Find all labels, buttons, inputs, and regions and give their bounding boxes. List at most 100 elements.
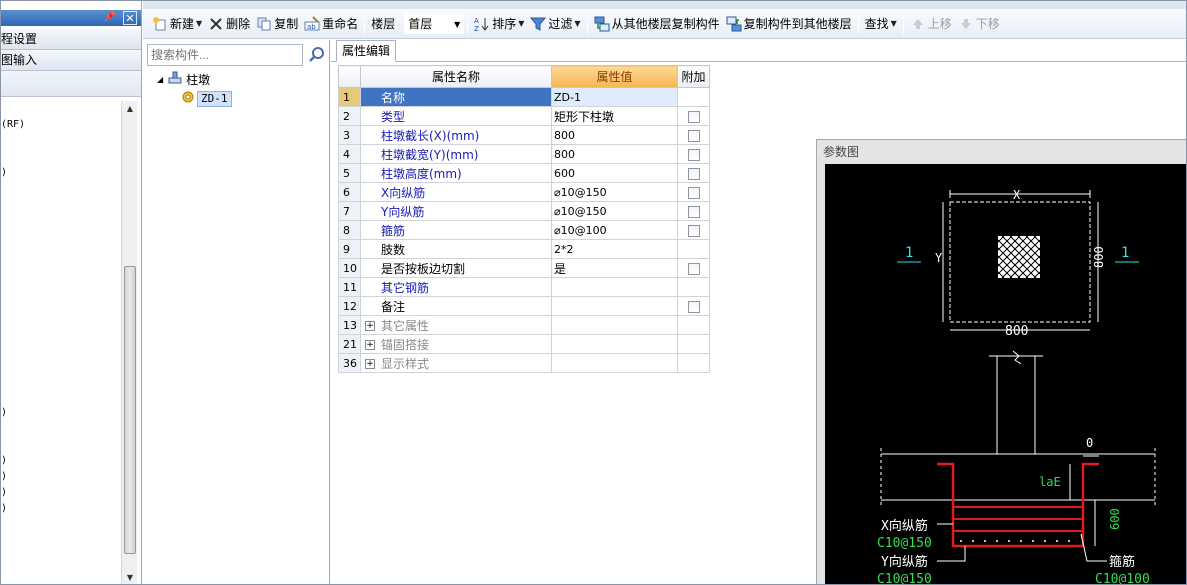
delete-button[interactable]: 删除 [205, 13, 253, 35]
extra-checkbox[interactable] [687, 186, 700, 199]
rename-icon: ab [304, 15, 320, 32]
property-value-cell[interactable]: 800 [551, 144, 678, 164]
table-row[interactable]: 12 备注 [338, 296, 710, 316]
property-name-cell[interactable]: 柱墩截长(X)(mm) [360, 125, 552, 145]
nav-tree-row[interactable]: ) [1, 471, 7, 482]
copy-to-floor-button[interactable]: 复制构件到其他楼层 [723, 13, 855, 35]
collapse-triangle-icon[interactable]: ◢ [157, 75, 163, 84]
tree-node-pier[interactable]: ◢ 柱墩 [157, 71, 210, 88]
sort-button[interactable]: AZ 排序 ▼ [471, 13, 527, 35]
row-number: 6 [338, 182, 361, 202]
property-value-cell[interactable]: ⌀10@100 [551, 220, 678, 240]
nav-tree-row[interactable]: ) [1, 167, 7, 178]
property-value-cell[interactable]: 是 [551, 258, 678, 278]
expand-plus-icon[interactable]: + [365, 340, 375, 350]
property-value-cell[interactable] [551, 296, 678, 316]
nav-tree-row[interactable]: ) [1, 487, 7, 498]
property-name-cell[interactable]: 其它钢筋 [360, 277, 552, 297]
group-name-cell[interactable]: + 显示样式 [360, 353, 552, 373]
filter-button[interactable]: 过滤 ▼ [527, 13, 583, 35]
expand-plus-icon[interactable]: + [365, 359, 375, 369]
property-name-cell[interactable]: Y向纵筋 [360, 201, 552, 221]
nav-tree-row[interactable]: ) [1, 407, 7, 418]
property-value-cell[interactable]: 600 [551, 163, 678, 183]
row-number: 12 [338, 296, 361, 316]
property-name-cell[interactable]: 箍筋 [360, 220, 552, 240]
expand-plus-icon[interactable]: + [365, 321, 375, 331]
y-bar-label: Y向纵筋 [881, 554, 928, 570]
move-up-button[interactable]: 上移 [907, 13, 955, 35]
nav-band [1, 71, 141, 97]
table-row[interactable]: 2 类型 矩形下柱墩 [338, 106, 710, 126]
search-input[interactable] [147, 44, 303, 66]
property-value-cell[interactable]: ⌀10@150 [551, 182, 678, 202]
section-view: 0 laE 600 X向纵筋 C10@150 Y向纵筋 C10@150 箍筋 C… [877, 350, 1156, 584]
extra-checkbox[interactable] [687, 224, 700, 237]
nav-item-project-settings[interactable]: 程设置 [1, 29, 141, 50]
table-row[interactable]: 9 肢数 2*2 [338, 239, 710, 259]
search-icon[interactable] [307, 45, 327, 65]
table-row[interactable]: 10 是否按板边切割 是 [338, 258, 710, 278]
rename-button[interactable]: ab 重命名 [301, 13, 361, 35]
nav-tree-row[interactable]: (RF) [1, 119, 25, 130]
extra-checkbox[interactable] [687, 300, 700, 313]
extra-checkbox[interactable] [687, 110, 700, 123]
table-row-group[interactable]: 36 + 显示样式 [338, 353, 710, 373]
nav-tree-row[interactable]: ) [1, 455, 7, 466]
table-row[interactable]: 1 名称 ZD-1 [338, 87, 710, 107]
copy-label: 复制 [274, 17, 299, 31]
table-row[interactable]: 5 柱墩高度(mm) 600 [338, 163, 710, 183]
property-value-cell[interactable] [551, 277, 678, 297]
property-value-cell[interactable]: 800 [551, 125, 678, 145]
property-name-cell[interactable]: 备注 [360, 296, 552, 316]
table-row-group[interactable]: 13 + 其它属性 [338, 315, 710, 335]
property-name-cell[interactable]: 柱墩高度(mm) [360, 163, 552, 183]
table-row[interactable]: 7 Y向纵筋 ⌀10@150 [338, 201, 710, 221]
scroll-up-arrow-icon[interactable]: ▲ [122, 101, 138, 117]
close-icon[interactable]: ✕ [123, 11, 137, 25]
nav-item-drawing-input[interactable]: 图输入 [1, 50, 141, 71]
svg-text:Z: Z [474, 25, 479, 32]
property-value-cell[interactable]: ZD-1 [551, 87, 678, 107]
extra-checkbox[interactable] [687, 205, 700, 218]
extra-checkbox[interactable] [687, 148, 700, 161]
property-value-cell[interactable]: 矩形下柱墩 [551, 106, 678, 126]
extra-checkbox[interactable] [687, 129, 700, 142]
pin-icon[interactable]: 📌 [103, 11, 117, 25]
property-value-cell[interactable]: 2*2 [551, 239, 678, 259]
nav-scrollbar[interactable]: ▲ ▼ [121, 101, 138, 584]
copy-to-floor-label: 复制构件到其他楼层 [743, 17, 852, 31]
property-name-cell[interactable]: 名称 [360, 87, 552, 107]
table-row[interactable]: 6 X向纵筋 ⌀10@150 [338, 182, 710, 202]
table-row-group[interactable]: 21 + 锚固搭接 [338, 334, 710, 354]
dropdown-arrow-icon: ▼ [574, 19, 581, 28]
move-down-button[interactable]: 下移 [955, 13, 1003, 35]
scroll-down-arrow-icon[interactable]: ▼ [122, 570, 138, 584]
property-name-cell[interactable]: X向纵筋 [360, 182, 552, 202]
property-name-cell[interactable]: 是否按板边切割 [360, 258, 552, 278]
property-name-cell[interactable]: 肢数 [360, 239, 552, 259]
copy-from-floor-button[interactable]: 从其他楼层复制构件 [591, 13, 723, 35]
property-value-cell[interactable]: ⌀10@150 [551, 201, 678, 221]
row-number: 4 [338, 144, 361, 164]
tab-property-edit[interactable]: 属性编辑 [336, 40, 396, 62]
table-row[interactable]: 11 其它钢筋 [338, 277, 710, 297]
property-name-cell[interactable]: 类型 [360, 106, 552, 126]
group-name-cell[interactable]: + 其它属性 [360, 315, 552, 335]
new-icon [152, 16, 168, 32]
table-row[interactable]: 4 柱墩截宽(Y)(mm) 800 [338, 144, 710, 164]
extra-checkbox[interactable] [687, 262, 700, 275]
extra-checkbox[interactable] [687, 167, 700, 180]
tree-node-label-selected: ZD-1 [197, 90, 232, 107]
tree-node-zd1[interactable]: ZD-1 [181, 90, 232, 107]
copy-button[interactable]: 复制 [253, 13, 301, 35]
new-button[interactable]: 新建 ▼ [149, 13, 205, 35]
scroll-thumb[interactable] [124, 266, 136, 554]
table-row[interactable]: 3 柱墩截长(X)(mm) 800 [338, 125, 710, 145]
table-row[interactable]: 8 箍筋 ⌀10@100 [338, 220, 710, 240]
floor-select[interactable]: 首层 ▼ [404, 13, 465, 34]
find-button[interactable]: 查找 ▼ [862, 13, 900, 35]
property-name-cell[interactable]: 柱墩截宽(Y)(mm) [360, 144, 552, 164]
nav-tree-row[interactable]: ) [1, 503, 7, 514]
group-name-cell[interactable]: + 锚固搭接 [360, 334, 552, 354]
